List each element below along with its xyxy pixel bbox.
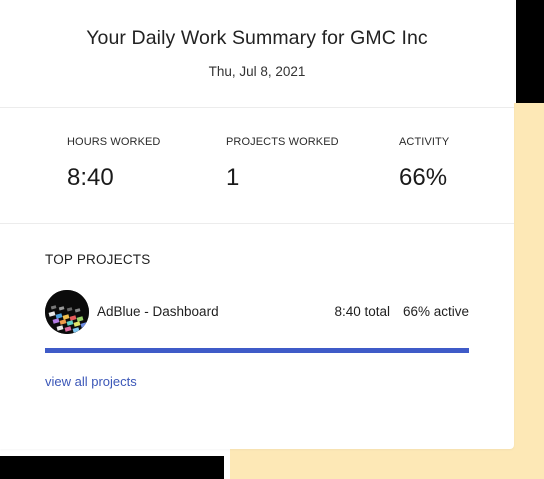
project-name: AdBlue - Dashboard [97,304,219,319]
stat-value: 8:40 [67,164,114,191]
stat-activity: ACTIVITY 66% [399,136,449,192]
top-projects-title: TOP PROJECTS [45,252,151,267]
summary-card: Your Daily Work Summary for GMC Inc Thu,… [0,0,514,449]
summary-header: Your Daily Work Summary for GMC Inc Thu,… [0,0,514,108]
stat-value: 66% [399,164,448,191]
stat-label: ACTIVITY [399,136,450,148]
project-progress-fill [45,348,469,353]
decorative-black-block-top [516,0,544,103]
project-progress-bar [45,348,469,353]
project-row[interactable]: AdBlue - Dashboard 8:40 total 66% active [45,290,469,334]
stats-row: HOURS WORKED 8:40 PROJECTS WORKED 1 ACTI… [0,108,514,224]
view-all-projects-link[interactable]: view all projects [45,374,137,389]
top-projects-section: TOP PROJECTS AdBlue - Dashboard 8:40 tot… [0,224,514,449]
stat-projects-worked: PROJECTS WORKED 1 [226,136,339,192]
project-thumbnail-icon [45,290,89,334]
project-activity-percent: 66% active [402,304,469,319]
stat-value: 1 [226,164,240,191]
stat-hours-worked: HOURS WORKED 8:40 [67,136,160,192]
decorative-black-block-bottom [0,456,224,479]
summary-date: Thu, Jul 8, 2021 [208,64,306,79]
project-total-time: 8:40 total [334,304,390,319]
summary-title: Your Daily Work Summary for GMC Inc [86,27,428,49]
stat-label: HOURS WORKED [67,136,161,148]
stat-label: PROJECTS WORKED [226,136,339,148]
